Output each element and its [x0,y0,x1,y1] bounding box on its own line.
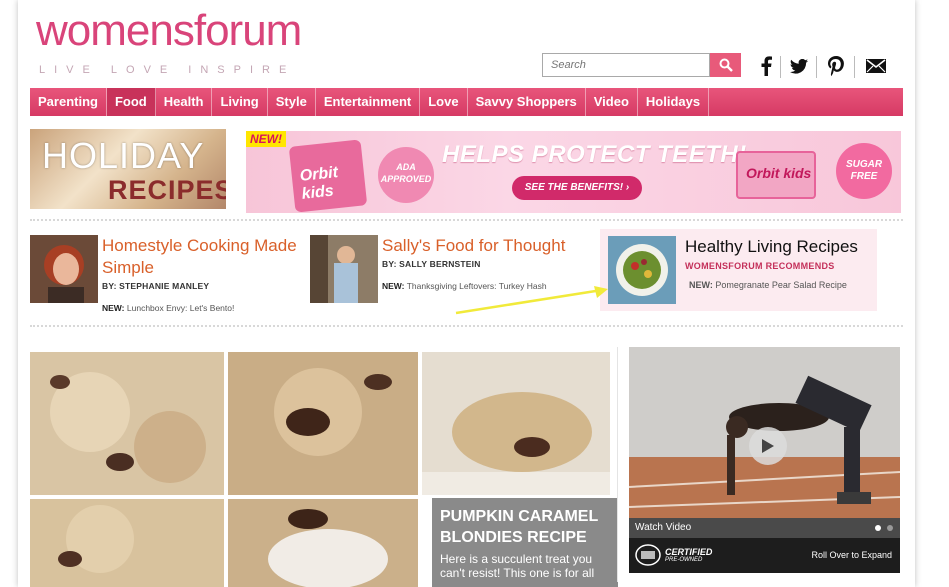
holiday-banner-line1: HOLIDAY [42,135,205,176]
nav-item-parenting[interactable]: Parenting [30,88,107,116]
holiday-banner-line2: RECIPES [108,175,226,205]
carousel-dots [874,524,894,532]
ad-headline: HELPS PROTECT TEETH! [442,141,747,168]
preowned-text: PRE-OWNED [665,557,703,563]
dot-active-icon[interactable] [874,524,882,532]
nav-item-entertainment[interactable]: Entertainment [316,88,421,116]
dot-icon[interactable] [886,524,894,532]
cadillac-crest-icon [635,544,661,566]
social-divider [780,56,781,78]
feature-description: Here is a succulent treat you can't resi… [440,552,595,580]
author-photo[interactable] [310,235,378,303]
feature-recipe-card[interactable]: PUMPKIN CARAMEL BLONDIES RECIPE Here is … [432,498,618,587]
cookie-tile [30,499,224,587]
video-footer: CERTIFIED PRE-OWNED Roll Over to Expand [629,538,900,573]
holiday-recipes-banner[interactable]: HOLIDAY RECIPES [30,129,226,209]
recommends-label: WOMENSFORUM RECOMMENDS [685,261,835,271]
new-article-link[interactable]: NEW: Lunchbox Envy: Let's Bento! [102,303,234,313]
cookie-tile [30,352,224,495]
nav-item-style[interactable]: Style [268,88,316,116]
nav-item-love[interactable]: Love [420,88,468,116]
roll-over-hint: Roll Over to Expand [811,550,892,560]
orbit-ad-banner[interactable]: NEW! Orbit kids ADA APPROVED HELPS PROTE… [246,131,901,213]
highlight-arrow [455,286,608,315]
cta-label: SEE THE BENEFITS! [524,182,624,193]
ad-brand-label: Orbit kids [299,163,339,203]
watch-video-label[interactable]: Watch Video [635,522,691,533]
new-article-link[interactable]: NEW: Pomegranate Pear Salad Recipe [689,280,847,290]
column-title[interactable]: Healthy Living Recipes [685,237,875,257]
column-divider [617,347,618,582]
video-ad-player[interactable]: Watch Video CERTIFIED PRE-OWNED Roll Ove… [629,347,900,573]
divider [30,219,903,221]
gum-pack-image: Orbit kids [736,151,816,199]
salad-photo[interactable] [608,236,676,304]
pinterest-icon[interactable] [824,52,848,80]
search-input[interactable] [542,53,710,77]
logo-wordmark: womensforum [36,6,302,55]
page: womensforum LIVE LOVE INSPIRE Parenting … [18,0,915,587]
column-title[interactable]: Homestyle Cooking Made Simple [102,235,302,279]
search-button[interactable] [710,53,741,77]
cookie-tile [228,499,418,587]
column-healthy-living: Healthy Living Recipes WOMENSFORUM RECOM… [600,229,877,311]
search-icon [719,58,733,72]
new-label: NEW: [102,303,125,313]
column-title[interactable]: Sally's Food for Thought [382,235,582,257]
new-article-title: Pomegranate Pear Salad Recipe [715,280,847,290]
cookie-tile [228,352,418,495]
gum-pack-image: Orbit kids [288,139,368,213]
ad-brand-label: Orbit kids [746,165,812,181]
author-byline: BY: SALLY BERNSTEIN [382,259,481,269]
nav-item-savvy-shoppers[interactable]: Savvy Shoppers [468,88,586,116]
ad-new-badge: NEW! [246,131,286,147]
ada-seal: ADA APPROVED [378,147,434,203]
author-byline: BY: STEPHANIE MANLEY [102,281,210,291]
site-logo[interactable]: womensforum LIVE LOVE INSPIRE [36,6,302,78]
sugar-free-seal: SUGAR FREE [836,143,892,199]
author-photo[interactable] [30,235,98,303]
see-benefits-button[interactable]: SEE THE BENEFITS! › [512,176,642,200]
social-divider [854,56,855,78]
feature-title: PUMPKIN CARAMEL BLONDIES RECIPE [440,508,598,546]
nav-item-holidays[interactable]: Holidays [638,88,710,116]
play-icon [762,439,774,453]
facebook-icon[interactable] [756,52,776,80]
nav-item-video[interactable]: Video [586,88,638,116]
video-caption-bar: Watch Video [629,518,900,538]
logo-tagline: LIVE LOVE INSPIRE [39,64,296,76]
certified-text: CERTIFIED [665,547,713,557]
divider [30,325,903,327]
cookie-tile [422,352,610,495]
main-nav: Parenting Food Health Living Style Enter… [30,88,903,116]
social-divider [816,56,817,78]
feature-image-grid[interactable]: PUMPKIN CARAMEL BLONDIES RECIPE Here is … [30,352,618,587]
new-label: NEW: [382,281,405,291]
certified-logo: CERTIFIED PRE-OWNED [635,544,712,566]
new-label: NEW: [689,280,713,290]
nav-item-living[interactable]: Living [212,88,268,116]
new-article-title: Lunchbox Envy: Let's Bento! [126,303,235,313]
twitter-icon[interactable] [788,52,810,80]
play-button[interactable] [749,427,787,465]
nav-item-health[interactable]: Health [156,88,213,116]
email-icon[interactable] [864,52,888,80]
column-homestyle-cooking: Homestyle Cooking Made Simple BY: STEPHA… [30,235,300,317]
nav-item-food[interactable]: Food [106,88,156,116]
